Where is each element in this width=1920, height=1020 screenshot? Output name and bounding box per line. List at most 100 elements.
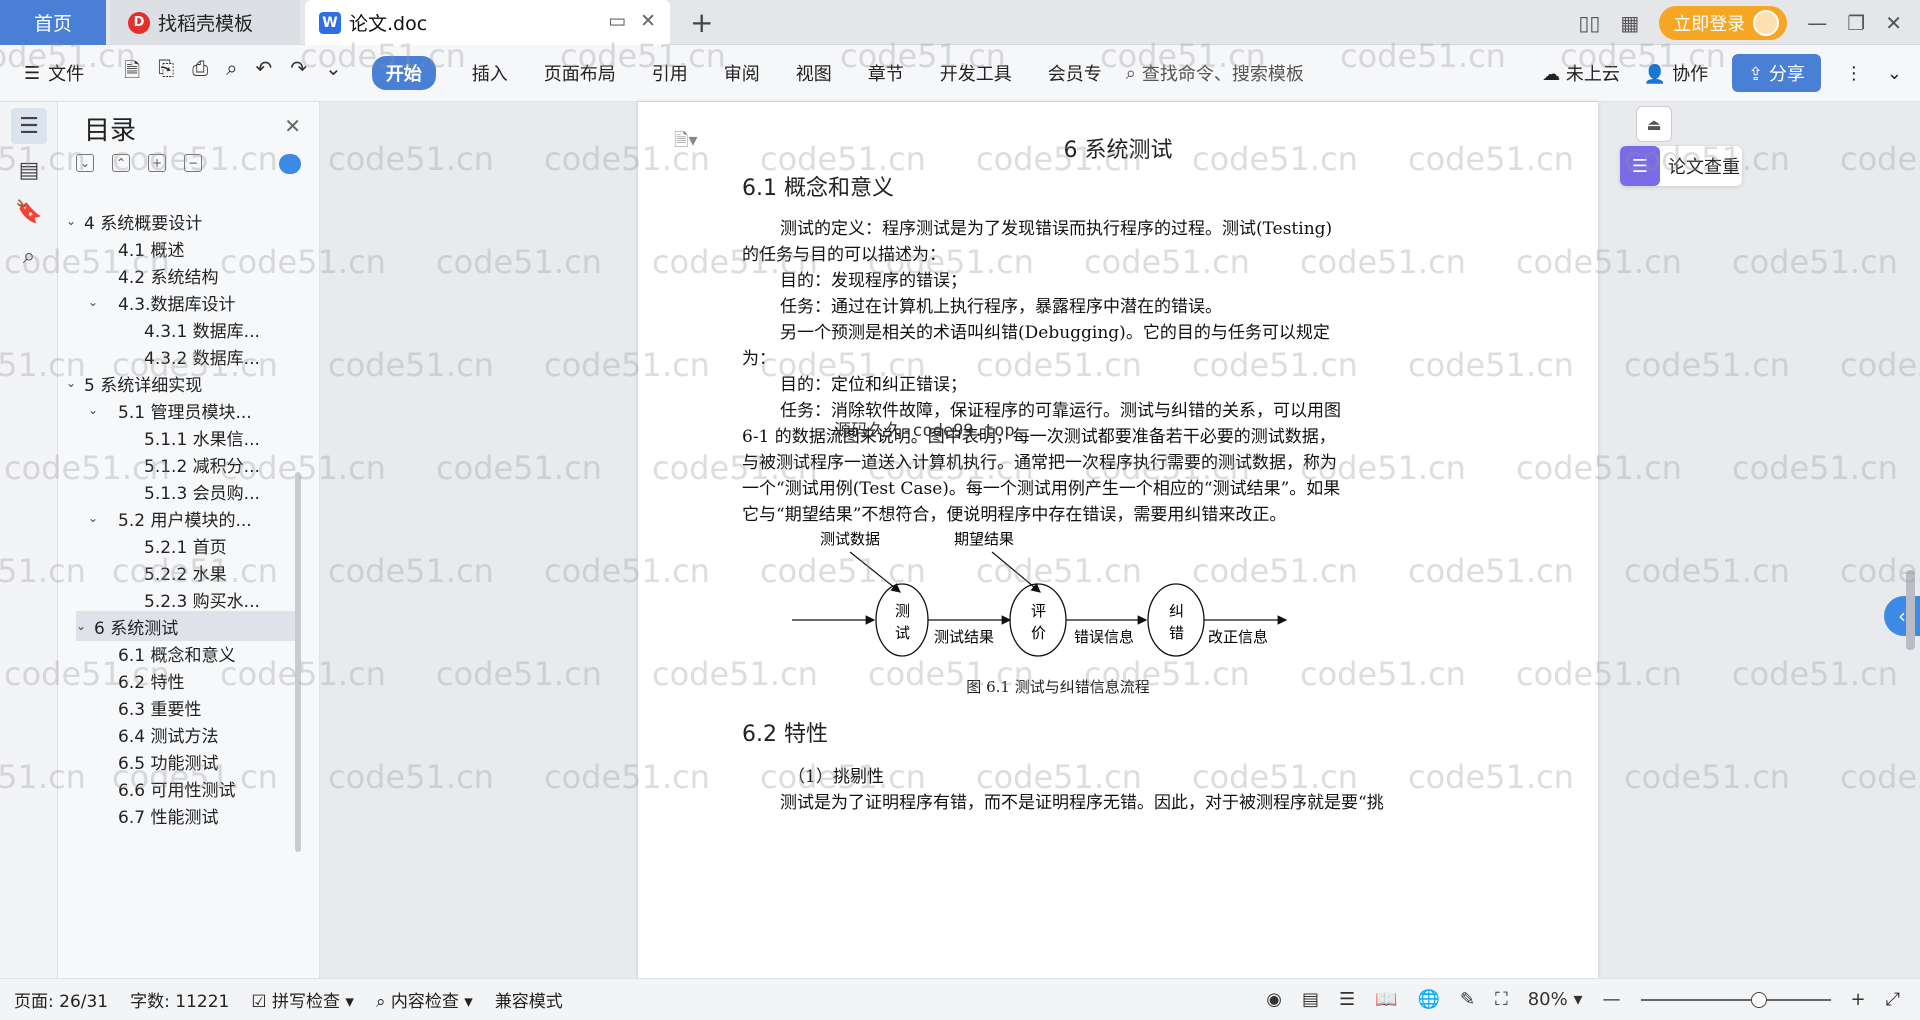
toc-item[interactable]: 6.4 测试方法 xyxy=(58,719,298,749)
toc-item[interactable]: 5.2.3 购买水... xyxy=(58,584,298,614)
apps-grid-icon[interactable]: ▦ xyxy=(1620,11,1639,35)
close-icon[interactable]: ✕ xyxy=(284,114,301,138)
toc-item[interactable]: 5.2.1 首页 xyxy=(58,530,298,560)
export-icon[interactable]: ⎘ xyxy=(158,56,174,90)
toc-chevron-icon[interactable]: ⌄ xyxy=(76,619,94,633)
toc-item[interactable]: 4.3.1 数据库... xyxy=(58,314,298,344)
collab-button[interactable]: 👤 协作 xyxy=(1644,60,1708,86)
toc-item[interactable]: 6.1 概念和意义 xyxy=(58,638,298,668)
toc-item[interactable]: ⌄ 6 系统测试 xyxy=(76,611,298,641)
zoom-in-icon[interactable]: + xyxy=(1851,989,1866,1010)
menu-view[interactable]: 视图 xyxy=(796,60,832,86)
page-indicator[interactable]: 页面: 26/31 xyxy=(14,987,108,1012)
zoom-level[interactable]: 80% ▾ xyxy=(1528,989,1583,1010)
toc-item[interactable]: ⌄ 4 系统概要设计 xyxy=(58,206,298,236)
web-view-icon[interactable]: 🌐 xyxy=(1418,989,1440,1010)
write-mode-icon[interactable]: ✎ xyxy=(1460,989,1475,1010)
bookmark-icon[interactable]: 🔖 xyxy=(11,194,47,230)
undo-icon[interactable]: ↶ xyxy=(255,56,272,90)
scrollbar-thumb[interactable] xyxy=(1906,570,1915,650)
menu-references[interactable]: 引用 xyxy=(652,60,688,86)
toc-item[interactable]: 6.3 重要性 xyxy=(58,692,298,722)
window-switch-icon[interactable]: ▭ xyxy=(608,10,626,32)
collapse-all-icon[interactable]: ⌃ xyxy=(112,154,130,172)
toc-item[interactable]: 5.1.1 水果信... xyxy=(58,422,298,452)
more-icon[interactable]: ⋮ xyxy=(1845,63,1863,84)
outline-icon[interactable]: ☰ xyxy=(11,108,47,144)
toc-item[interactable]: 6.6 可用性测试 xyxy=(58,773,298,803)
toc-item[interactable]: 4.1 概述 xyxy=(58,233,298,263)
save-icon[interactable]: 🗎 xyxy=(124,56,140,90)
command-search[interactable]: ⌕ 查找命令、搜索模板 xyxy=(1126,60,1304,86)
new-tab-button[interactable]: + xyxy=(690,6,713,39)
spell-check-button[interactable]: ☑ 拼写检查 ▾ xyxy=(251,987,354,1012)
hamburger-icon: ☰ xyxy=(24,62,41,84)
login-button[interactable]: 立即登录 xyxy=(1659,5,1788,40)
minimize-icon[interactable]: — xyxy=(1807,11,1827,35)
toc-chevron-icon[interactable]: ⌄ xyxy=(88,295,106,309)
toc-item[interactable]: 6.2 特性 xyxy=(58,665,298,695)
menu-insert[interactable]: 插入 xyxy=(472,60,508,86)
fit-page-icon[interactable]: ⛶ xyxy=(1495,989,1508,1010)
toc-item[interactable]: ⌄ 5.2 用户模块的... xyxy=(58,503,298,533)
navigation-icon[interactable]: ▤ xyxy=(11,152,47,188)
zoom-slider-knob[interactable] xyxy=(1750,991,1767,1008)
toc-item[interactable]: 5.1.3 会员购... xyxy=(58,476,298,506)
figure-input-test-data: 测试数据 xyxy=(820,530,880,548)
cloud-status[interactable]: ☁ 未上云 xyxy=(1542,60,1620,86)
tab-daoke[interactable]: D 找稻壳模板 xyxy=(110,0,300,45)
word-count[interactable]: 字数: 11221 xyxy=(130,987,229,1012)
toc-item[interactable]: 4.3.2 数据库... xyxy=(58,341,298,371)
menu-review[interactable]: 审阅 xyxy=(724,60,760,86)
tab-home[interactable]: 首页 xyxy=(0,0,106,45)
content-check-button[interactable]: ⌕ 内容检查 ▾ xyxy=(376,987,473,1012)
expand-all-icon[interactable]: ⌄ xyxy=(76,154,94,172)
toc-item[interactable]: 6.7 性能测试 xyxy=(58,800,298,830)
toc-chevron-icon[interactable]: ⌄ xyxy=(66,214,84,228)
tab-document[interactable]: W 论文.doc ▭ ✕ xyxy=(305,0,670,45)
find-icon[interactable]: ⌕ xyxy=(11,238,47,274)
restore-icon[interactable]: ❐ xyxy=(1847,11,1865,35)
paper-check-button[interactable]: ☰ 论文查重 xyxy=(1620,146,1742,186)
read-view-icon[interactable]: 📖 xyxy=(1375,989,1397,1010)
menu-page-layout[interactable]: 页面布局 xyxy=(544,60,616,86)
toc-item-label: 5.2.1 首页 xyxy=(144,537,227,558)
close-tab-icon[interactable]: ✕ xyxy=(640,10,656,32)
vertical-scrollbar[interactable] xyxy=(1902,102,1920,978)
toc-scrollbar[interactable] xyxy=(295,472,301,852)
ai-assistant-icon[interactable] xyxy=(279,154,301,174)
page-view-icon[interactable]: ▤ xyxy=(1302,989,1319,1010)
fullscreen-icon[interactable]: ⤢ xyxy=(1886,989,1900,1010)
toc-chevron-icon[interactable]: ⌄ xyxy=(88,511,106,525)
menu-start[interactable]: 开始 xyxy=(371,56,436,90)
toc-item[interactable]: 4.2 系统结构 xyxy=(58,260,298,290)
toc-item[interactable]: ⌄ 5 系统详细实现 xyxy=(58,368,298,398)
collapse-ribbon-icon[interactable]: ⌄ xyxy=(1887,63,1902,84)
add-heading-icon[interactable]: + xyxy=(148,154,166,172)
menu-chapter[interactable]: 章节 xyxy=(868,60,904,86)
zoom-slider[interactable] xyxy=(1640,991,1831,1008)
toc-item[interactable]: ⌄ 5.1 管理员模块... xyxy=(58,395,298,425)
quick-access-more-icon[interactable]: ⌄ xyxy=(325,56,342,90)
close-window-icon[interactable]: ✕ xyxy=(1885,11,1902,35)
eye-protect-icon[interactable]: ◉ xyxy=(1266,989,1282,1010)
print-icon[interactable]: ⎙ xyxy=(192,56,208,90)
preview-icon[interactable]: ⌕ xyxy=(226,56,237,90)
toc-item[interactable]: 6.5 功能测试 xyxy=(58,746,298,776)
layout-switch-icon[interactable]: ▯▯ xyxy=(1578,11,1600,35)
toc-chevron-icon[interactable]: ⌄ xyxy=(88,403,106,417)
document-page[interactable]: 🗎▾ 6 系统测试 6.1 概念和意义 测试的定义：程序测试是为了发现错误而执行… xyxy=(638,102,1598,978)
zoom-out-icon[interactable]: — xyxy=(1603,989,1621,1010)
redo-icon[interactable]: ↷ xyxy=(290,56,307,90)
remove-heading-icon[interactable]: − xyxy=(184,154,202,172)
share-button[interactable]: ⇪ 分享 xyxy=(1732,54,1821,92)
toc-chevron-icon[interactable]: ⌄ xyxy=(66,376,84,390)
file-menu[interactable]: ☰ 文件 xyxy=(24,60,84,86)
toc-item[interactable]: ⌄ 4.3.数据库设计 xyxy=(58,287,298,317)
outline-view-icon[interactable]: ☰ xyxy=(1339,989,1355,1010)
toc-item[interactable]: 5.2.2 水果 xyxy=(58,557,298,587)
toc-item[interactable]: 5.1.2 减积分... xyxy=(58,449,298,479)
menu-member[interactable]: 会员专 xyxy=(1048,60,1102,86)
panel-collapse-button[interactable]: ⏏ xyxy=(1636,106,1672,142)
menu-developer[interactable]: 开发工具 xyxy=(940,60,1012,86)
